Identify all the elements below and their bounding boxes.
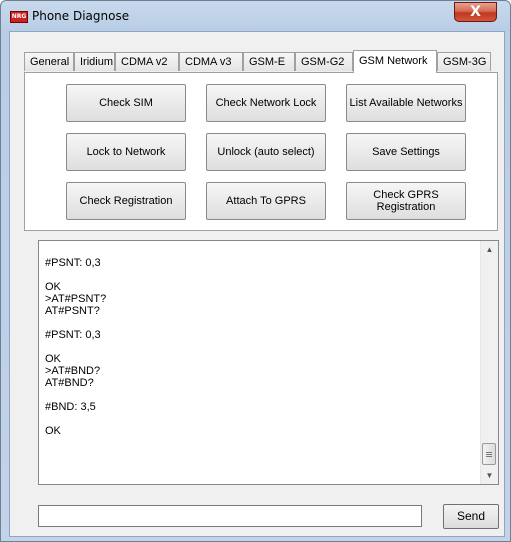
scroll-down-arrow-icon[interactable]: ▼ bbox=[481, 467, 498, 484]
tab-gsm-3g[interactable]: GSM-3G bbox=[437, 52, 491, 71]
tab-cdma-v3[interactable]: CDMA v3 bbox=[179, 52, 243, 71]
client-area: General Iridium CDMA v2 CDMA v3 GSM-E GS… bbox=[9, 31, 505, 537]
save-settings-button[interactable]: Save Settings bbox=[346, 133, 466, 171]
unlock-auto-select-button[interactable]: Unlock (auto select) bbox=[206, 133, 326, 171]
list-available-networks-button[interactable]: List Available Networks bbox=[346, 84, 466, 122]
window-title: Phone Diagnose bbox=[32, 9, 130, 23]
gsm-network-panel: Check SIM Check Network Lock List Availa… bbox=[24, 72, 498, 231]
scroll-thumb[interactable] bbox=[482, 443, 496, 465]
command-input[interactable] bbox=[38, 505, 422, 527]
close-button[interactable]: X bbox=[454, 2, 497, 22]
scroll-up-arrow-icon[interactable]: ▲ bbox=[481, 241, 498, 258]
app-icon: NRG bbox=[10, 11, 28, 23]
tab-iridium[interactable]: Iridium bbox=[74, 52, 115, 71]
output-scrollbar[interactable]: ▲ ▼ bbox=[480, 241, 498, 484]
tab-gsm-g2[interactable]: GSM-G2 bbox=[295, 52, 353, 71]
tab-gsm-e[interactable]: GSM-E bbox=[243, 52, 295, 71]
phone-diagnose-window: NRG Phone Diagnose X General Iridium CDM… bbox=[0, 0, 511, 542]
check-network-lock-button[interactable]: Check Network Lock bbox=[206, 84, 326, 122]
lock-to-network-button[interactable]: Lock to Network bbox=[66, 133, 186, 171]
attach-to-gprs-button[interactable]: Attach To GPRS bbox=[206, 182, 326, 220]
output-log[interactable]: #PSNT: 0,3 OK >AT#PSNT? AT#PSNT? #PSNT: … bbox=[38, 240, 499, 485]
check-registration-button[interactable]: Check Registration bbox=[66, 182, 186, 220]
grip-line-icon bbox=[486, 452, 492, 453]
grip-line-icon bbox=[486, 456, 492, 457]
send-button[interactable]: Send bbox=[443, 504, 499, 529]
title-bar[interactable]: NRG Phone Diagnose X bbox=[1, 1, 510, 31]
output-log-text: #PSNT: 0,3 OK >AT#PSNT? AT#PSNT? #PSNT: … bbox=[45, 257, 107, 437]
tab-general[interactable]: General bbox=[24, 52, 74, 71]
check-gprs-registration-button[interactable]: Check GPRS Registration bbox=[346, 182, 466, 220]
tab-gsm-network[interactable]: GSM Network bbox=[353, 50, 437, 73]
tab-cdma-v2[interactable]: CDMA v2 bbox=[115, 52, 179, 71]
check-sim-button[interactable]: Check SIM bbox=[66, 84, 186, 122]
grip-line-icon bbox=[486, 454, 492, 455]
